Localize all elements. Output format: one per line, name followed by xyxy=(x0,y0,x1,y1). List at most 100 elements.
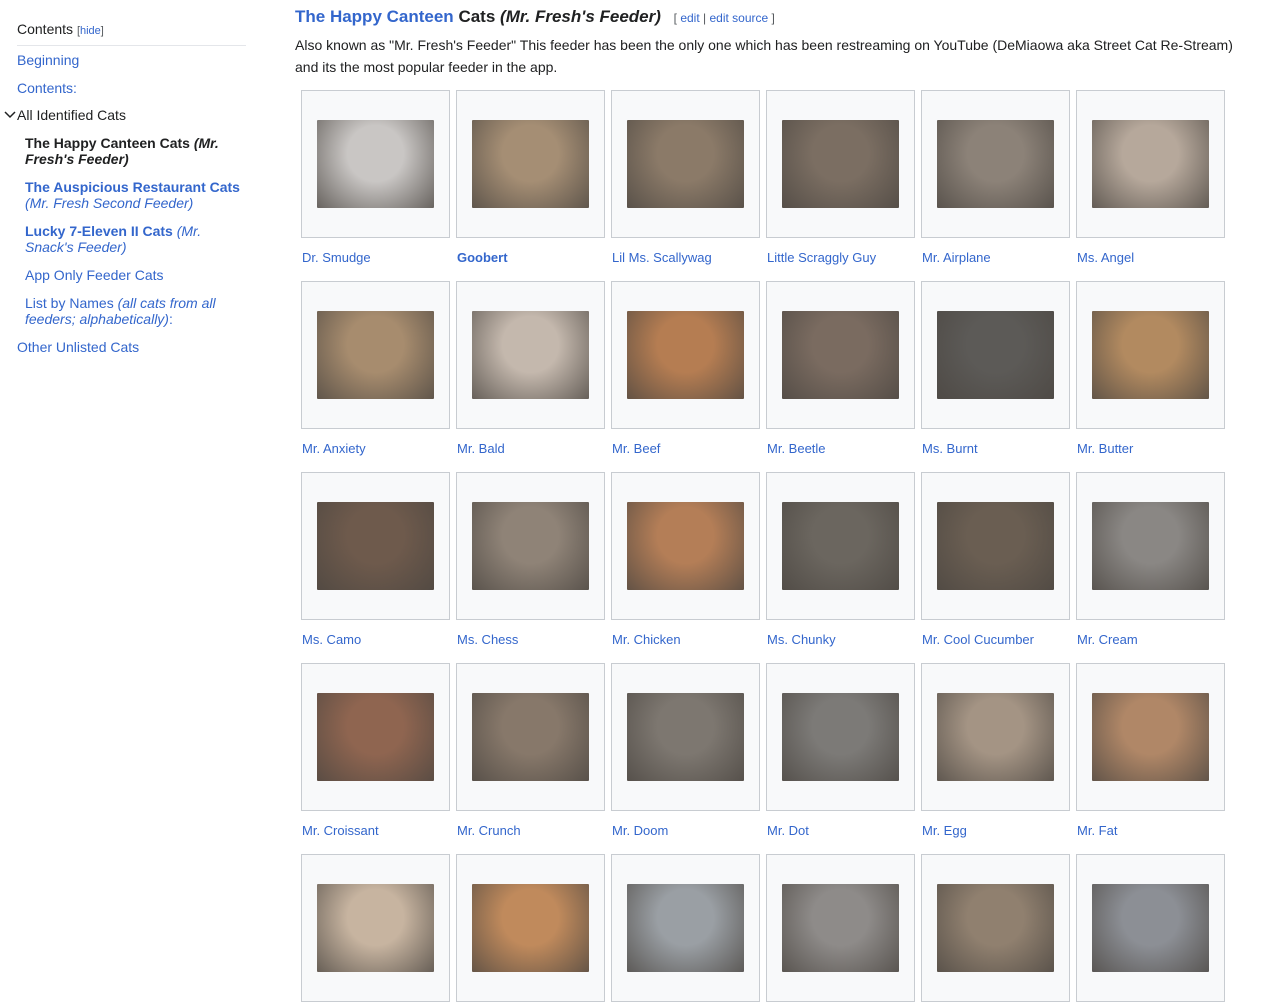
toc-item-auspicious-restaurant[interactable]: The Auspicious Restaurant Cats (Mr. Fres… xyxy=(25,179,240,211)
gallery-item[interactable]: Ms. Angel xyxy=(1076,90,1225,265)
cat-photo[interactable] xyxy=(627,120,744,208)
gallery-item[interactable]: Mr. Cream xyxy=(1076,472,1225,647)
cat-photo[interactable] xyxy=(472,311,589,399)
gallery-item[interactable] xyxy=(456,854,605,1002)
toc-item-happy-canteen[interactable]: The Happy Canteen Cats (Mr. Fresh's Feed… xyxy=(25,135,240,167)
gallery-caption[interactable]: Mr. Beef xyxy=(612,441,660,456)
toc-item-contents[interactable]: Contents: xyxy=(17,80,77,96)
gallery-caption[interactable]: Mr. Airplane xyxy=(922,250,991,265)
gallery-item[interactable]: Ms. Burnt xyxy=(921,281,1070,456)
cat-photo[interactable] xyxy=(472,502,589,590)
gallery-caption[interactable]: Ms. Chunky xyxy=(767,632,836,647)
cat-photo[interactable] xyxy=(627,311,744,399)
gallery-item[interactable] xyxy=(1076,854,1225,1002)
gallery-item[interactable] xyxy=(301,854,450,1002)
gallery-item[interactable]: Ms. Chunky xyxy=(766,472,915,647)
cat-photo[interactable] xyxy=(317,693,434,781)
cat-photo[interactable] xyxy=(627,884,744,972)
edit-link[interactable]: edit xyxy=(680,11,699,25)
gallery-item[interactable]: Ms. Camo xyxy=(301,472,450,647)
cat-photo[interactable] xyxy=(472,884,589,972)
gallery-item[interactable]: Goobert xyxy=(456,90,605,265)
toc-item-beginning[interactable]: Beginning xyxy=(17,52,79,68)
toc-hide-link[interactable]: hide xyxy=(80,25,101,37)
cat-photo[interactable] xyxy=(937,693,1054,781)
gallery-item[interactable]: Little Scraggly Guy xyxy=(766,90,915,265)
toc-item-other-unlisted[interactable]: Other Unlisted Cats xyxy=(17,339,139,355)
cat-photo[interactable] xyxy=(782,502,899,590)
gallery-caption[interactable]: Mr. Doom xyxy=(612,823,668,838)
gallery-caption[interactable]: Ms. Burnt xyxy=(922,441,978,456)
gallery-item[interactable]: Mr. Beetle xyxy=(766,281,915,456)
gallery-item[interactable]: Mr. Croissant xyxy=(301,663,450,838)
cat-photo[interactable] xyxy=(937,311,1054,399)
gallery-caption[interactable]: Ms. Angel xyxy=(1077,250,1134,265)
gallery-caption[interactable]: Mr. Cool Cucumber xyxy=(922,632,1034,647)
cat-photo[interactable] xyxy=(317,311,434,399)
cat-photo[interactable] xyxy=(627,693,744,781)
gallery-item[interactable]: Lil Ms. Scallywag xyxy=(611,90,760,265)
cat-photo[interactable] xyxy=(627,502,744,590)
gallery-item[interactable]: Mr. Doom xyxy=(611,663,760,838)
cat-photo[interactable] xyxy=(472,693,589,781)
gallery-item[interactable]: Mr. Airplane xyxy=(921,90,1070,265)
cat-photo[interactable] xyxy=(1092,120,1209,208)
gallery-item[interactable]: Mr. Anxiety xyxy=(301,281,450,456)
gallery-caption[interactable]: Mr. Bald xyxy=(457,441,505,456)
toc-item-list-by-names[interactable]: List by Names (all cats from all feeders… xyxy=(25,295,240,327)
cat-photo[interactable] xyxy=(317,120,434,208)
gallery-item[interactable]: Mr. Cool Cucumber xyxy=(921,472,1070,647)
gallery-caption[interactable]: Ms. Chess xyxy=(457,632,518,647)
cat-photo[interactable] xyxy=(1092,884,1209,972)
cat-photo[interactable] xyxy=(937,884,1054,972)
gallery-item[interactable]: Mr. Egg xyxy=(921,663,1070,838)
gallery-thumb-frame xyxy=(301,663,450,811)
gallery-caption[interactable]: Little Scraggly Guy xyxy=(767,250,876,265)
gallery-item[interactable]: Ms. Chess xyxy=(456,472,605,647)
gallery-item[interactable]: Mr. Chicken xyxy=(611,472,760,647)
gallery-item[interactable]: Mr. Dot xyxy=(766,663,915,838)
gallery-item[interactable]: Mr. Bald xyxy=(456,281,605,456)
toc-item-lucky-7-eleven[interactable]: Lucky 7-Eleven II Cats (Mr. Snack's Feed… xyxy=(25,223,240,255)
gallery-caption[interactable]: Mr. Egg xyxy=(922,823,967,838)
cat-photo[interactable] xyxy=(937,120,1054,208)
gallery-item[interactable]: Dr. Smudge xyxy=(301,90,450,265)
cat-photo[interactable] xyxy=(317,884,434,972)
gallery-thumb-frame xyxy=(611,854,760,1002)
gallery-item[interactable]: Mr. Beef xyxy=(611,281,760,456)
gallery-caption[interactable]: Mr. Beetle xyxy=(767,441,826,456)
gallery-caption[interactable]: Mr. Cream xyxy=(1077,632,1138,647)
gallery-item[interactable] xyxy=(921,854,1070,1002)
cat-photo[interactable] xyxy=(1092,502,1209,590)
cat-photo[interactable] xyxy=(937,502,1054,590)
cat-photo[interactable] xyxy=(317,502,434,590)
gallery-item[interactable] xyxy=(611,854,760,1002)
gallery-caption[interactable]: Ms. Camo xyxy=(302,632,361,647)
cat-photo[interactable] xyxy=(1092,311,1209,399)
gallery-item[interactable]: Mr. Crunch xyxy=(456,663,605,838)
chevron-down-icon[interactable] xyxy=(3,110,17,120)
cat-photo[interactable] xyxy=(782,693,899,781)
gallery-item[interactable] xyxy=(766,854,915,1002)
gallery-caption[interactable]: Dr. Smudge xyxy=(302,250,371,265)
cat-photo[interactable] xyxy=(782,120,899,208)
gallery-caption[interactable]: Goobert xyxy=(457,250,508,265)
gallery-caption[interactable]: Mr. Dot xyxy=(767,823,809,838)
gallery-item[interactable]: Mr. Fat xyxy=(1076,663,1225,838)
cat-photo[interactable] xyxy=(1092,693,1209,781)
gallery-caption[interactable]: Mr. Crunch xyxy=(457,823,521,838)
toc-item-all-identified-cats[interactable]: All Identified Cats xyxy=(17,107,126,123)
gallery-caption[interactable]: Mr. Chicken xyxy=(612,632,681,647)
cat-photo[interactable] xyxy=(782,884,899,972)
toc-item-app-only-feeder[interactable]: App Only Feeder Cats xyxy=(25,267,240,283)
section-heading-link[interactable]: The Happy Canteen xyxy=(295,7,454,26)
gallery-caption[interactable]: Mr. Anxiety xyxy=(302,441,366,456)
gallery-caption[interactable]: Mr. Butter xyxy=(1077,441,1133,456)
edit-source-link[interactable]: edit source xyxy=(709,11,768,25)
cat-photo[interactable] xyxy=(782,311,899,399)
gallery-caption[interactable]: Mr. Croissant xyxy=(302,823,379,838)
gallery-caption[interactable]: Lil Ms. Scallywag xyxy=(612,250,712,265)
gallery-caption[interactable]: Mr. Fat xyxy=(1077,823,1117,838)
gallery-item[interactable]: Mr. Butter xyxy=(1076,281,1225,456)
cat-photo[interactable] xyxy=(472,120,589,208)
